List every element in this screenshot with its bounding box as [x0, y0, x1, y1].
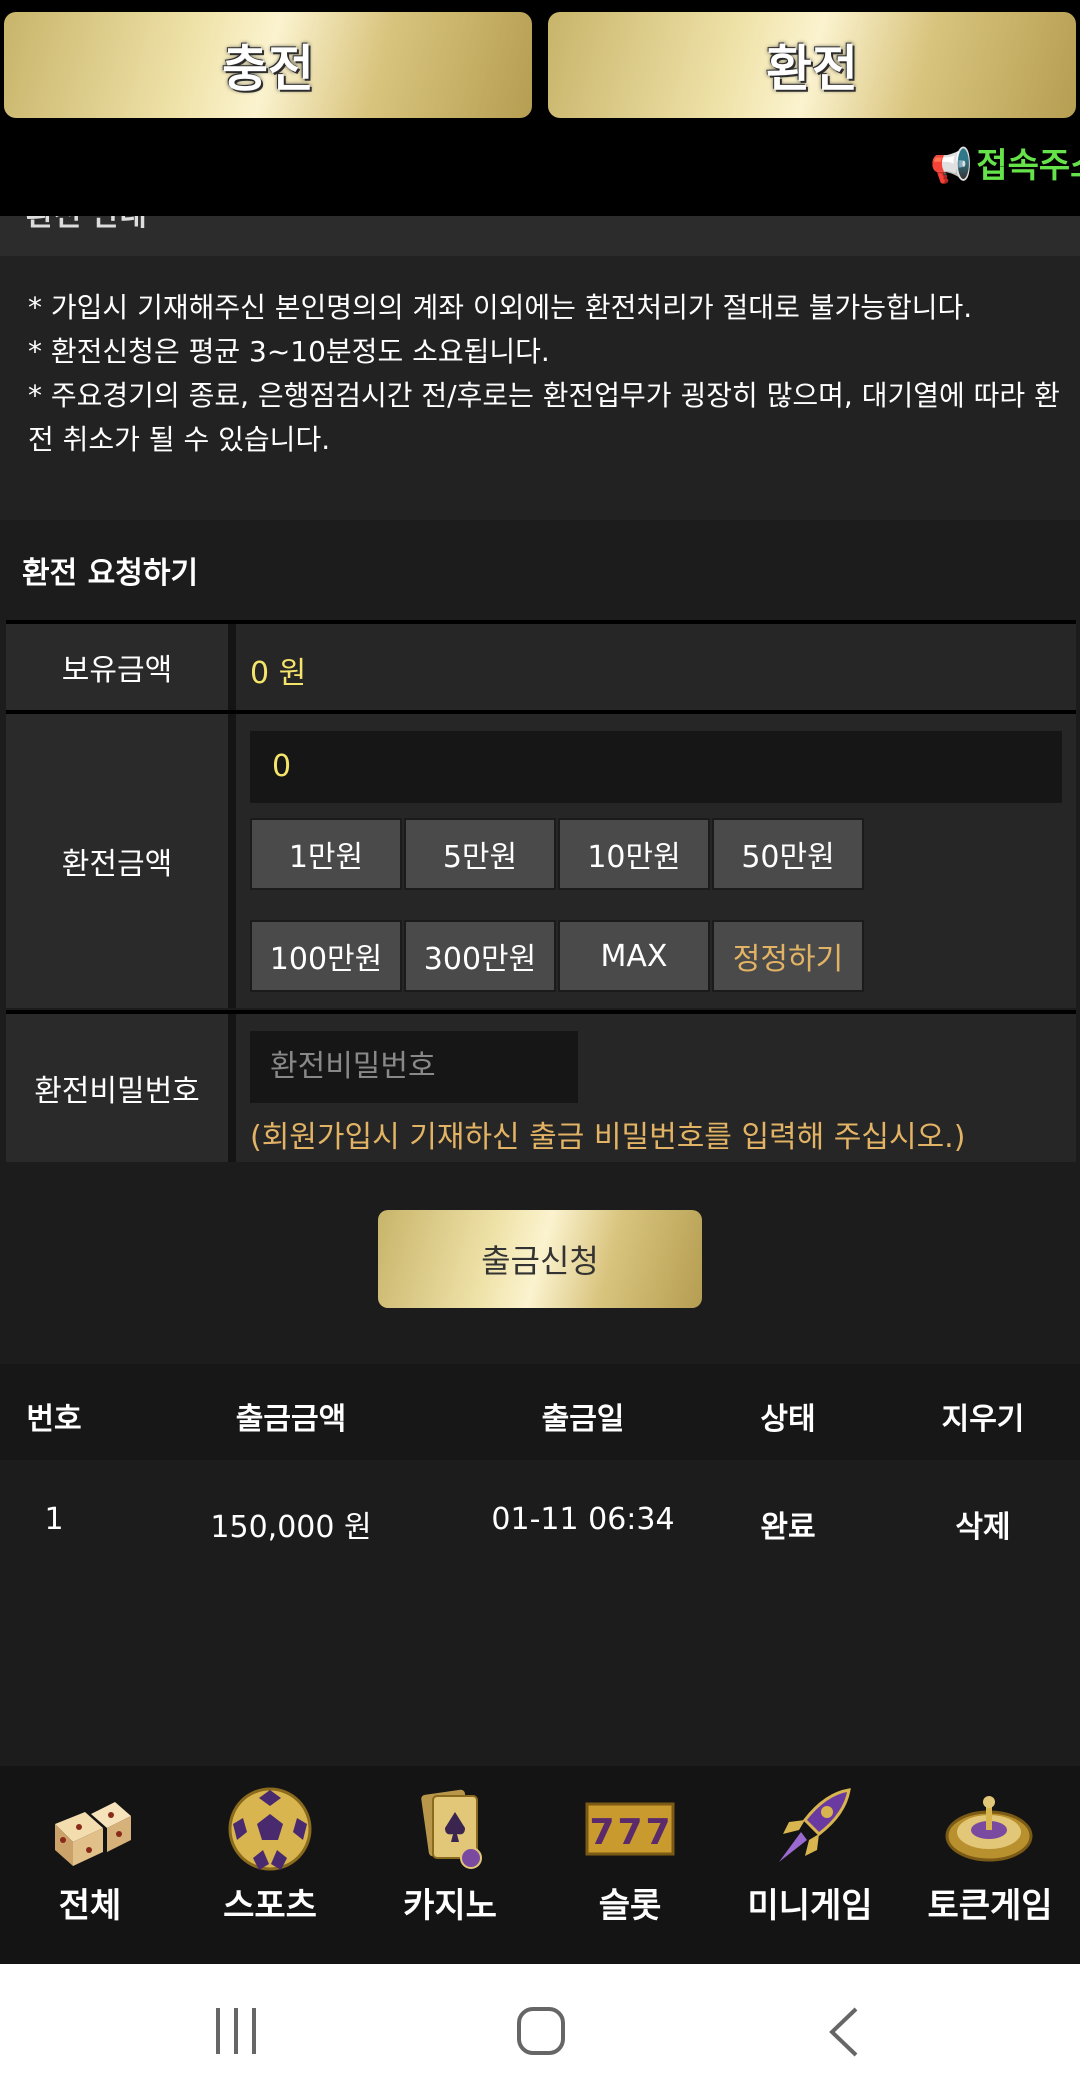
roulette-icon: [945, 1796, 1033, 1862]
recent-apps-icon[interactable]: [214, 2006, 260, 2056]
back-icon[interactable]: [826, 2006, 862, 2058]
amount-100k-button[interactable]: 10만원: [558, 818, 710, 890]
amount-input[interactable]: 0: [250, 731, 1062, 803]
marquee-text: 접속주소: [976, 146, 1080, 186]
nav-label: 슬롯: [598, 1886, 662, 1926]
playing-cards-icon: [421, 1789, 482, 1869]
password-input[interactable]: 환전비밀번호: [250, 1031, 578, 1103]
notice-line: * 환전신청은 평균 3~10분정도 소요됩니다.: [28, 335, 550, 368]
nav-label: 미니게임: [747, 1886, 873, 1926]
password-hint: (회원가입시 기재하신 출금 비밀번호를 입력해 주십시오.): [250, 1120, 966, 1155]
nav-item-slot[interactable]: 7 7 7 슬롯: [540, 1766, 720, 1964]
amount-label: 환전금액: [6, 714, 228, 1008]
nav-label: 전체: [58, 1886, 122, 1926]
system-nav-bar: [0, 1964, 1080, 2099]
dice-icon: [55, 1802, 131, 1866]
header-date: 출금일: [541, 1402, 625, 1437]
row-status: 완료: [760, 1510, 816, 1545]
header-delete: 지우기: [941, 1402, 1025, 1437]
nav-label: 토큰게임: [927, 1886, 1053, 1926]
row-delete-button[interactable]: 삭제: [955, 1502, 1010, 1546]
amount-3m-button[interactable]: 300만원: [404, 920, 556, 992]
notice-box: * 가입시 기재해주신 본인명의의 계좌 이외에는 환전처리가 절대로 불가능합…: [0, 256, 1080, 520]
header-amount: 출금금액: [235, 1402, 347, 1437]
svg-text:7: 7: [645, 1812, 670, 1853]
row-no: 1: [44, 1502, 64, 1537]
nav-label: 카지노: [403, 1886, 497, 1926]
top-bar: 충전 환전 📢접속주소: [0, 0, 1080, 216]
notice-line: * 가입시 기재해주신 본인명의의 계좌 이외에는 환전처리가 절대로 불가능합…: [28, 291, 973, 324]
row-date: 01-11 06:34: [491, 1502, 675, 1537]
amount-500k-button[interactable]: 50만원: [712, 818, 864, 890]
hold-value: 0 원: [250, 656, 307, 691]
withdraw-submit-button[interactable]: 출금신청: [378, 1210, 702, 1308]
hold-label: 보유금액: [6, 624, 228, 710]
row-amount: 150,000 원: [210, 1510, 372, 1545]
svg-text:7: 7: [617, 1812, 642, 1853]
header-status: 상태: [760, 1402, 816, 1437]
hold-cell: [236, 624, 1076, 710]
exchange-button[interactable]: 환전: [548, 12, 1076, 118]
rocket-icon: [779, 1788, 851, 1862]
notice-line: * 주요경기의 종료, 은행점검시간 전/후로는 환전업무가 굉장히 많으며, …: [28, 379, 1060, 456]
nav-item-minigame[interactable]: 미니게임: [720, 1766, 900, 1964]
megaphone-icon: 📢: [930, 146, 973, 186]
amount-10k-button[interactable]: 1만원: [250, 818, 402, 890]
home-icon[interactable]: [516, 2006, 566, 2056]
slot-777-icon: 7 7 7: [585, 1802, 675, 1856]
nav-item-casino[interactable]: 카지노: [360, 1766, 540, 1964]
history-header: [0, 1364, 1080, 1460]
soccer-ball-icon: [228, 1787, 312, 1871]
amount-max-button[interactable]: MAX: [558, 920, 710, 992]
nav-item-sports[interactable]: 스포츠: [180, 1766, 360, 1964]
marquee-notice: 📢접속주소: [930, 138, 1080, 187]
request-title: 환전 요청하기: [22, 556, 199, 591]
nav-item-token-game[interactable]: 토큰게임: [900, 1766, 1080, 1964]
section-peek: 환전 안내: [0, 216, 1080, 256]
nav-label: 스포츠: [223, 1886, 317, 1926]
nav-item-all[interactable]: 전체: [0, 1766, 180, 1964]
amount-reset-button[interactable]: 정정하기: [712, 920, 864, 992]
password-label: 환전비밀번호: [6, 1014, 228, 1162]
svg-text:7: 7: [589, 1812, 614, 1853]
charge-button[interactable]: 충전: [4, 12, 532, 118]
header-no: 번호: [26, 1402, 82, 1437]
amount-50k-button[interactable]: 5만원: [404, 818, 556, 890]
amount-1m-button[interactable]: 100만원: [250, 920, 402, 992]
